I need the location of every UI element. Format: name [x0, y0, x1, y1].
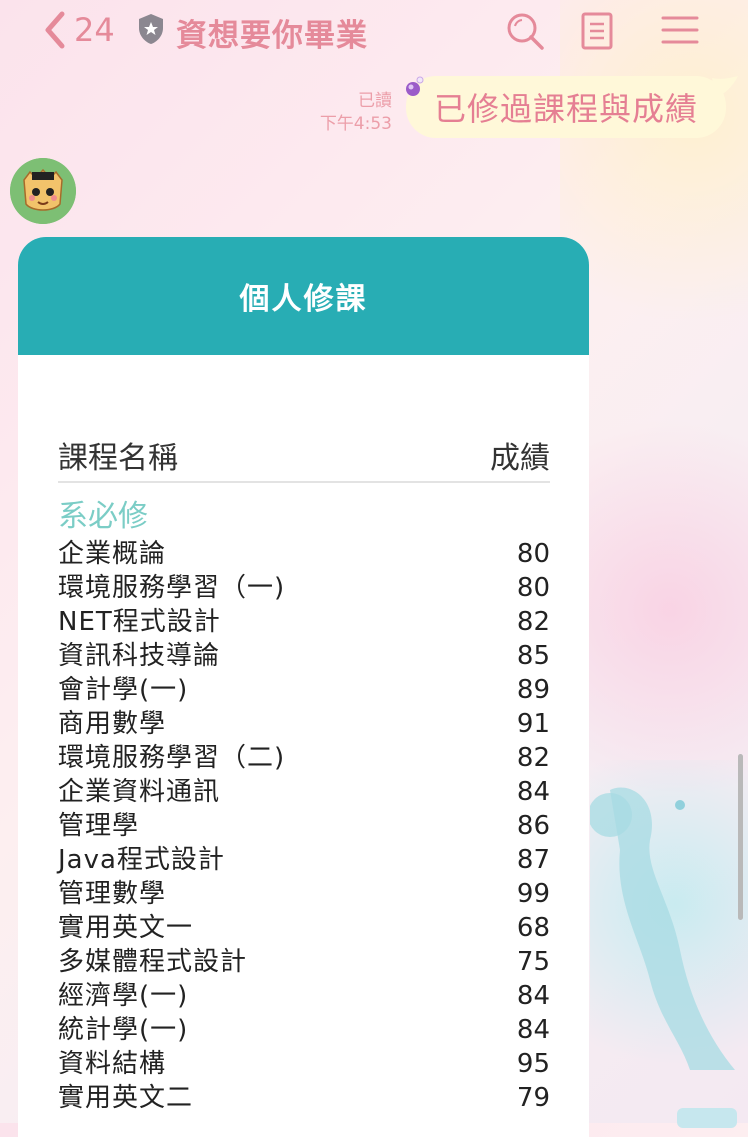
course-grade: 84: [516, 1015, 550, 1045]
course-grade: 75: [516, 947, 550, 977]
course-grade: 99: [516, 879, 550, 909]
message-text: 已修過課程與成績: [433, 90, 698, 128]
course-grade: 95: [516, 1049, 550, 1079]
course-grade: 80: [516, 539, 550, 569]
sent-message-bubble[interactable]: 已修過課程與成績: [406, 76, 726, 138]
unread-count: 24: [74, 11, 115, 49]
column-grade: 成績: [490, 441, 550, 476]
course-row: 資訊科技導論 85: [58, 639, 550, 673]
course-name: NET程式設計: [58, 607, 221, 637]
chevron-left-icon: [45, 11, 65, 49]
course-name: 資料結構: [58, 1049, 167, 1079]
bubble-tail: [712, 76, 738, 98]
menu-icon[interactable]: [660, 10, 700, 52]
course-name: 多媒體程式設計: [58, 947, 248, 977]
course-name: 企業概論: [58, 539, 167, 569]
course-grade: 89: [516, 675, 550, 705]
course-row: 實用英文二 79: [58, 1081, 550, 1115]
message-time: 下午4:53: [319, 114, 392, 134]
cartoon-face-icon: [10, 158, 76, 224]
mermaid-illustration: [590, 787, 735, 1070]
course-row: 會計學(一) 89: [58, 673, 550, 707]
course-row: 實用英文一 68: [58, 911, 550, 945]
course-row: 企業概論 80: [58, 537, 550, 571]
chat-title: 資想要你畢業: [176, 18, 368, 54]
search-icon[interactable]: [504, 10, 546, 52]
divider: [58, 481, 550, 483]
course-grade: 91: [516, 709, 550, 739]
shield-icon: [139, 14, 163, 44]
course-name: 管理數學: [58, 879, 167, 909]
scroll-to-bottom-button[interactable]: [677, 1108, 737, 1128]
course-row: 資料結構 95: [58, 1047, 550, 1081]
gem-sticker-icon: [406, 76, 424, 96]
course-name: 環境服務學習（二): [58, 743, 286, 773]
course-row: 環境服務學習（一) 80: [58, 571, 550, 605]
course-name: 統計學(一): [58, 1015, 189, 1045]
card-title: 個人修課: [239, 282, 368, 317]
card-header: 個人修課: [18, 237, 589, 355]
course-row: 企業資料通訊 84: [58, 775, 550, 809]
course-name: 會計學(一): [58, 675, 189, 705]
course-row: 多媒體程式設計 75: [58, 945, 550, 979]
course-row: 管理學 86: [58, 809, 550, 843]
course-grade: 80: [516, 573, 550, 603]
course-name: 經濟學(一): [58, 981, 189, 1011]
scrollbar[interactable]: [738, 754, 743, 920]
table-header: 課程名稱 成績: [58, 433, 550, 477]
course-grade: 85: [516, 641, 550, 671]
course-grade: 79: [516, 1083, 550, 1113]
course-row: NET程式設計 82: [58, 605, 550, 639]
course-name: Java程式設計: [58, 845, 225, 875]
course-name: 管理學: [58, 811, 140, 841]
course-row: 統計學(一) 84: [58, 1013, 550, 1047]
course-grade: 68: [516, 913, 550, 943]
course-name: 實用英文二: [58, 1083, 194, 1113]
message-meta: 已讀 下午4:53: [300, 90, 392, 136]
course-row: 商用數學 91: [58, 707, 550, 741]
course-grade: 82: [516, 607, 550, 637]
course-name: 企業資料通訊: [58, 777, 221, 807]
course-list: 企業概論 80 環境服務學習（一) 80 NET程式設計 82 資訊科技導論 85 會計學(一)…: [58, 537, 550, 1115]
notes-icon[interactable]: [580, 10, 616, 52]
course-grade: 82: [516, 743, 550, 773]
course-name: 資訊科技導論: [58, 641, 221, 671]
back-button[interactable]: 24: [42, 10, 115, 50]
course-name: 實用英文一: [58, 913, 194, 943]
course-card: 個人修課 課程名稱 成績 系必修 企業概論 80 環境服務學習（一) 80 NET程式設…: [18, 237, 589, 1137]
course-grade: 87: [516, 845, 550, 875]
column-course-name: 課程名稱: [58, 441, 178, 476]
course-row: 經濟學(一) 84: [58, 979, 550, 1013]
course-row: 環境服務學習（二) 82: [58, 741, 550, 775]
course-name: 環境服務學習（一): [58, 573, 286, 603]
section-label: 系必修: [58, 499, 148, 534]
course-row: Java程式設計 87: [58, 843, 550, 877]
course-grade: 84: [516, 777, 550, 807]
course-name: 商用數學: [58, 709, 167, 739]
course-grade: 86: [516, 811, 550, 841]
chat-header: 24 資想要你畢業: [0, 0, 748, 60]
course-grade: 84: [516, 981, 550, 1011]
course-row: 管理數學 99: [58, 877, 550, 911]
read-receipt: 已讀: [358, 91, 392, 111]
bot-avatar[interactable]: [10, 158, 76, 224]
